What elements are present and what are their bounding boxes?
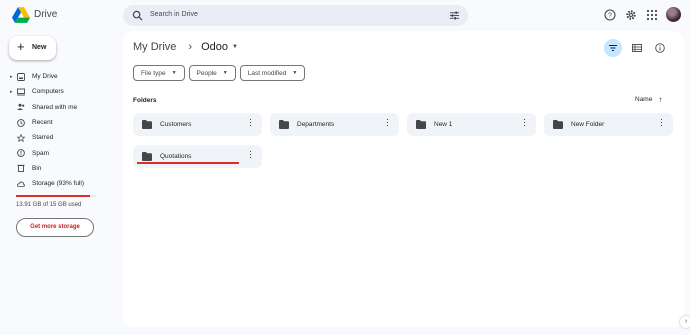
sidebar-item-label: My Drive xyxy=(32,73,58,81)
breadcrumb-current[interactable]: Odoo xyxy=(201,41,228,53)
breadcrumb-root[interactable]: My Drive xyxy=(133,41,176,53)
sidebar-item-computers[interactable]: ▸ Computers xyxy=(10,84,110,99)
caret-down-icon[interactable]: ▼ xyxy=(232,44,238,50)
expand-caret-icon[interactable]: ▸ xyxy=(10,89,16,95)
trash-icon xyxy=(17,165,25,173)
caret-down-icon: ▼ xyxy=(292,70,298,76)
sort-label: Name xyxy=(635,96,653,103)
tune-icon[interactable] xyxy=(449,10,460,21)
storage-meter-fill xyxy=(16,195,91,197)
chevron-right-icon: › xyxy=(188,41,193,53)
caret-down-icon: ▼ xyxy=(222,70,228,76)
filter-icon xyxy=(609,45,617,51)
folder-card[interactable]: Departments ⋯ xyxy=(270,113,399,136)
folder-card[interactable]: New 1 ⋯ xyxy=(407,113,536,136)
cloud-icon xyxy=(17,181,25,187)
drive-logo-icon[interactable] xyxy=(12,7,30,23)
sidebar-item-label: Computers xyxy=(32,88,64,96)
last-modified-filter[interactable]: Last modified ▼ xyxy=(239,65,306,81)
storage-usage-text: 13.91 GB of 15 GB used xyxy=(16,202,82,208)
account-avatar[interactable] xyxy=(666,7,681,22)
folder-name: Departments xyxy=(297,121,335,128)
chevron-right-icon[interactable]: › xyxy=(680,316,690,328)
clock-icon xyxy=(17,118,25,127)
annotation-underline xyxy=(137,162,239,164)
caret-down-icon: ▼ xyxy=(171,70,177,76)
spam-icon xyxy=(17,149,25,157)
sidebar-item-bin[interactable]: Bin xyxy=(10,161,110,176)
star-icon xyxy=(17,133,25,142)
sidebar-item-label: Storage (93% full) xyxy=(32,180,85,188)
people-icon xyxy=(17,104,25,111)
my-drive-icon xyxy=(17,72,25,81)
sidebar-item-label: Shared with me xyxy=(32,103,78,111)
folder-icon xyxy=(142,120,152,129)
arrow-up-icon[interactable]: ↑ xyxy=(658,95,662,104)
get-more-storage-button[interactable]: Get more storage xyxy=(16,218,94,237)
sidebar-item-label: Spam xyxy=(32,149,49,157)
sort-control[interactable]: Name ↑ xyxy=(635,95,662,104)
filter-chips: File type ▼ People ▼ Last modified ▼ xyxy=(133,65,306,81)
folder-icon xyxy=(416,120,426,129)
more-options-icon[interactable]: ⋯ xyxy=(520,118,530,127)
filter-toggle-button[interactable] xyxy=(604,39,622,57)
search-input[interactable]: Search in Drive xyxy=(150,11,198,18)
sidebar-item-shared[interactable]: Shared with me xyxy=(10,100,110,115)
more-options-icon[interactable]: ⋯ xyxy=(246,150,256,159)
computer-icon xyxy=(17,88,25,96)
folder-name: New Folder xyxy=(571,121,605,128)
apps-grid-icon[interactable] xyxy=(646,9,658,21)
chip-label: Last modified xyxy=(247,69,287,77)
help-icon[interactable]: ? xyxy=(604,9,616,21)
get-more-storage-label: Get more storage xyxy=(30,224,80,230)
sidebar-item-label: Recent xyxy=(32,119,53,127)
top-bar: Drive Search in Drive ? xyxy=(0,0,690,31)
folder-name: Quotations xyxy=(160,153,192,160)
info-icon[interactable] xyxy=(655,43,665,53)
main-content: My Drive › Odoo ▼ File type ▼ People ▼ Las… xyxy=(123,31,684,327)
folder-card[interactable]: New Folder ⋯ xyxy=(544,113,673,136)
file-type-filter[interactable]: File type ▼ xyxy=(133,65,185,81)
sidebar-item-label: Bin xyxy=(32,164,42,172)
folder-icon xyxy=(279,120,289,129)
folder-card[interactable]: Customers ⋯ xyxy=(133,113,262,136)
more-options-icon[interactable]: ⋯ xyxy=(657,118,667,127)
chip-label: File type xyxy=(141,69,166,77)
new-button[interactable]: + New xyxy=(9,36,56,60)
folder-card[interactable]: Quotations ⋯ xyxy=(133,145,262,168)
more-options-icon[interactable]: ⋯ xyxy=(246,118,256,127)
people-filter[interactable]: People ▼ xyxy=(188,65,236,81)
folder-name: Customers xyxy=(160,121,192,128)
chip-label: People xyxy=(196,69,217,77)
sidebar-item-label: Starred xyxy=(32,134,54,142)
brand-name[interactable]: Drive xyxy=(34,9,57,20)
search-bar[interactable]: Search in Drive xyxy=(123,5,468,26)
search-icon[interactable] xyxy=(132,10,143,21)
sidebar-item-recent[interactable]: Recent xyxy=(10,115,110,130)
folder-icon xyxy=(142,152,152,161)
folder-icon xyxy=(553,120,563,129)
sidebar-item-spam[interactable]: Spam xyxy=(10,145,110,160)
storage-meter xyxy=(16,195,96,197)
settings-gear-icon[interactable] xyxy=(625,9,637,21)
folders-heading: Folders xyxy=(133,97,157,104)
more-options-icon[interactable]: ⋯ xyxy=(383,118,393,127)
new-button-label: New xyxy=(32,44,47,51)
sidebar-nav: ▸ My Drive ▸ Computers Shared with me Re… xyxy=(10,69,110,191)
folder-name: New 1 xyxy=(434,121,453,128)
sidebar-item-starred[interactable]: Starred xyxy=(10,130,110,145)
sidebar-item-storage[interactable]: Storage (93% full) xyxy=(10,176,110,191)
svg-text:?: ? xyxy=(608,13,612,20)
plus-icon: + xyxy=(17,39,25,54)
sidebar-item-my-drive[interactable]: ▸ My Drive xyxy=(10,69,110,84)
list-view-icon[interactable] xyxy=(632,43,642,53)
expand-caret-icon[interactable]: ▸ xyxy=(10,74,16,80)
breadcrumb: My Drive › Odoo ▼ xyxy=(133,41,238,53)
